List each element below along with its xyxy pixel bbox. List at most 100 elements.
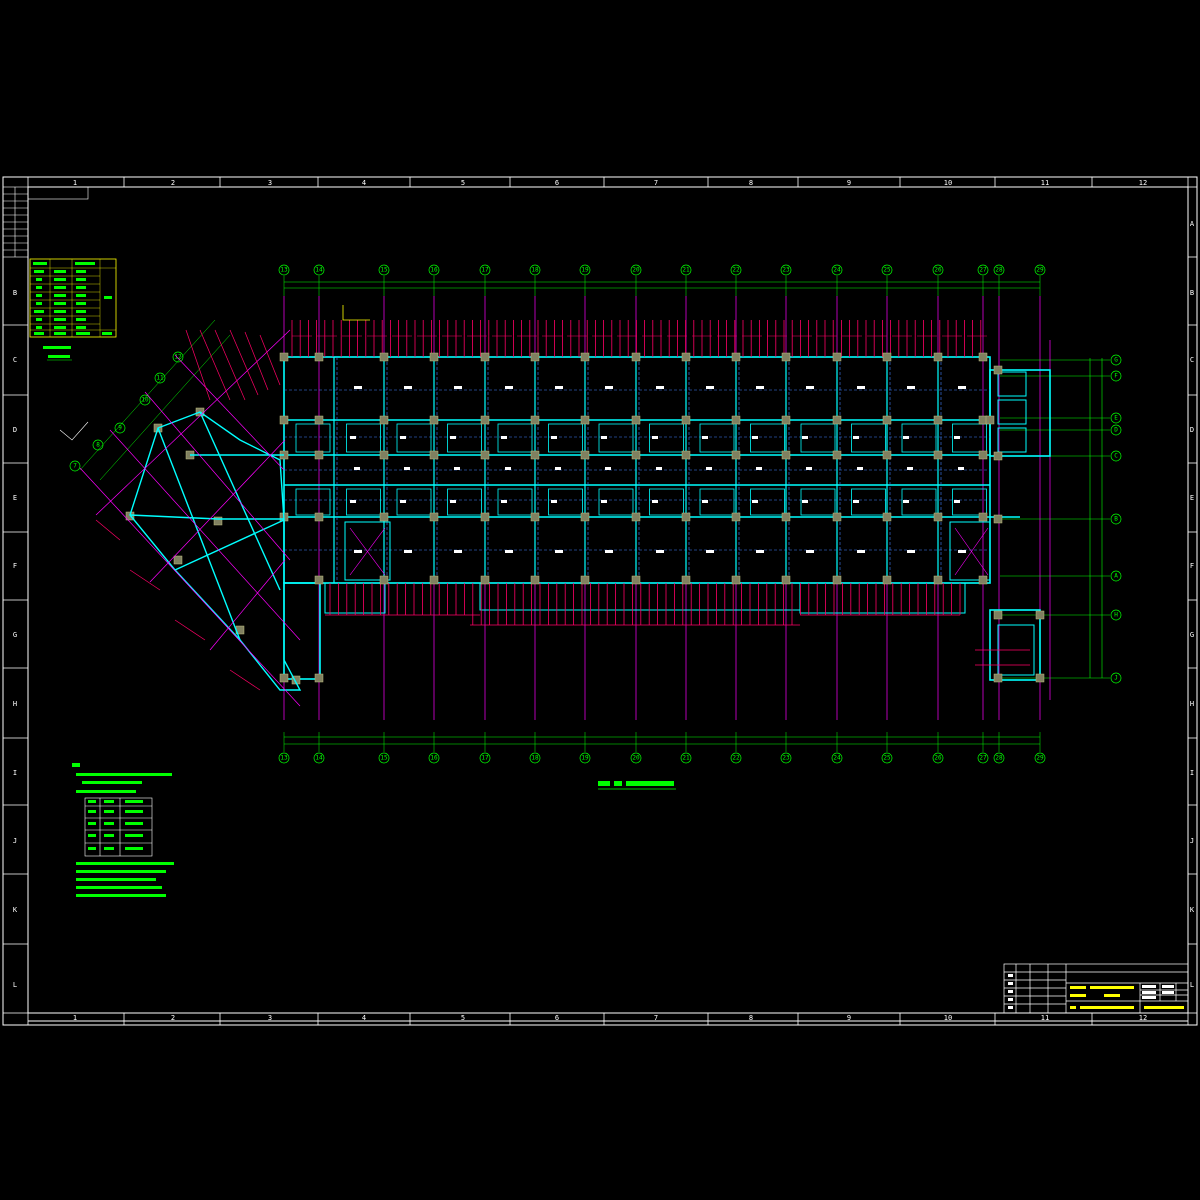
axis-label: 18 [531, 755, 539, 762]
structural-column [530, 575, 540, 585]
room-tag [853, 436, 859, 439]
axis-label: 14 [315, 267, 323, 274]
axis-label: 29 [1036, 755, 1044, 762]
room-tag [756, 386, 764, 389]
room-tag [954, 500, 960, 503]
border-row-label: E [13, 494, 17, 502]
structural-column [379, 415, 389, 425]
room-tag [752, 500, 758, 503]
room-tag [501, 500, 507, 503]
room-tag [652, 436, 658, 439]
room-tag [350, 500, 356, 503]
axis-label: 26 [934, 267, 942, 274]
structural-column [781, 415, 791, 425]
structural-column [631, 575, 641, 585]
structural-column [978, 512, 988, 522]
axis-label: A [1114, 573, 1118, 580]
room-tag [857, 550, 865, 553]
room-tag [450, 500, 456, 503]
structural-column [480, 415, 490, 425]
structural-column [480, 352, 490, 362]
axis-label: 19 [581, 267, 589, 274]
room-tag [903, 436, 909, 439]
room-tag [706, 467, 712, 470]
axis-label: 21 [682, 267, 690, 274]
room-tag [404, 386, 412, 389]
room-tag [857, 386, 865, 389]
border-row-label: F [13, 562, 17, 570]
structural-column [631, 415, 641, 425]
structural-column [978, 352, 988, 362]
border-column-label: 11 [1041, 179, 1049, 187]
structural-column [580, 450, 590, 460]
structural-column [314, 415, 324, 425]
axis-label: 21 [682, 755, 690, 762]
border-row-label: D [1190, 426, 1194, 434]
structural-column [314, 575, 324, 585]
structural-column [530, 450, 540, 460]
room-tag [350, 436, 356, 439]
border-row-label: G [13, 631, 17, 639]
border-row-label: H [1190, 700, 1194, 708]
structural-column [379, 352, 389, 362]
border-row-label: G [1190, 631, 1194, 639]
axis-label: 13 [280, 755, 288, 762]
border-row-label: B [13, 289, 17, 297]
room-tag [802, 436, 808, 439]
border-column-label: 3 [268, 179, 272, 187]
border-column-label: 7 [654, 1014, 658, 1022]
room-tag [605, 550, 613, 553]
structural-column [781, 352, 791, 362]
room-tag [656, 467, 662, 470]
structural-column [429, 415, 439, 425]
room-tag [907, 550, 915, 553]
border-column-label: 2 [171, 179, 175, 187]
axis-label: 17 [481, 755, 489, 762]
room-tag [555, 467, 561, 470]
structural-column [978, 575, 988, 585]
room-tag [454, 550, 462, 553]
border-row-label: I [13, 769, 17, 777]
room-tag [958, 467, 964, 470]
drawing-background [0, 0, 1200, 1200]
structural-column [781, 575, 791, 585]
structural-column [933, 450, 943, 460]
room-tag [656, 550, 664, 553]
structural-column [731, 352, 741, 362]
room-tag [601, 500, 607, 503]
structural-column [631, 450, 641, 460]
border-row-label: D [13, 426, 17, 434]
structural-column [681, 415, 691, 425]
border-column-label: 5 [461, 1014, 465, 1022]
border-column-label: 12 [1139, 1014, 1147, 1022]
border-column-label: 1 [73, 179, 77, 187]
structural-column [731, 575, 741, 585]
structural-column [681, 450, 691, 460]
border-column-label: 12 [1139, 179, 1147, 187]
border-column-label: 6 [555, 1014, 559, 1022]
structural-column [933, 352, 943, 362]
room-tag [551, 500, 557, 503]
room-tag [706, 386, 714, 389]
axis-label: H [1114, 612, 1118, 619]
room-tag [806, 467, 812, 470]
border-column-label: 8 [749, 179, 753, 187]
axis-label: 27 [979, 267, 987, 274]
structural-column [279, 415, 289, 425]
axis-label: 15 [380, 755, 388, 762]
structural-column [933, 415, 943, 425]
structural-column [429, 352, 439, 362]
room-tag [806, 386, 814, 389]
axis-label: 25 [883, 267, 891, 274]
axis-label: E [1114, 415, 1118, 422]
room-tag [702, 500, 708, 503]
room-tag [404, 550, 412, 553]
room-tag [857, 467, 863, 470]
border-column-label: 4 [362, 179, 366, 187]
room-tag [907, 386, 915, 389]
room-tag [752, 436, 758, 439]
room-tag [601, 436, 607, 439]
border-column-label: 7 [654, 179, 658, 187]
structural-column [580, 575, 590, 585]
room-tag [853, 500, 859, 503]
